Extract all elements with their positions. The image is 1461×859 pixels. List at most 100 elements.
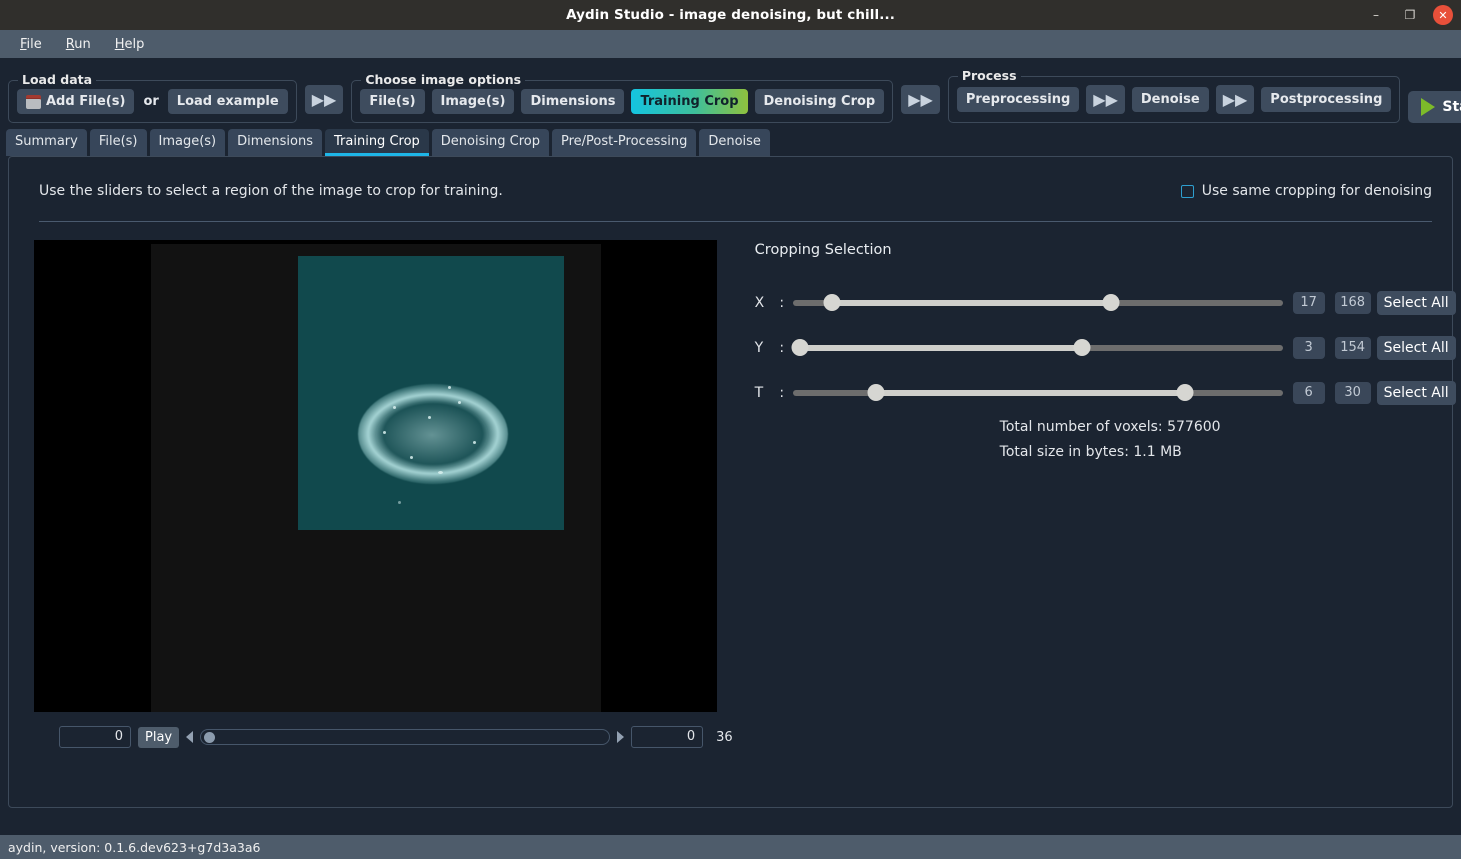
cell-core (376, 402, 488, 468)
value-x-max[interactable]: 168 (1334, 291, 1371, 314)
image-speck (410, 456, 413, 459)
tab-dimensions[interactable]: Dimensions (228, 129, 323, 156)
axis-colon-x: : (779, 294, 785, 311)
cropping-selection-column: Cropping Selection X : 17 168 Select All… (733, 240, 1456, 748)
close-button[interactable]: ✕ (1433, 5, 1453, 25)
load-data-title: Load data (18, 72, 97, 87)
option-images-button[interactable]: Image(s) (431, 89, 515, 114)
select-all-x-button[interactable]: Select All (1376, 290, 1456, 315)
image-speck (393, 406, 396, 409)
postprocessing-button[interactable]: Postprocessing (1261, 87, 1392, 112)
select-all-t-button[interactable]: Select All (1376, 380, 1456, 405)
add-files-button[interactable]: Add File(s) (17, 89, 135, 114)
image-speck (383, 431, 386, 434)
value-t-min[interactable]: 6 (1292, 381, 1325, 404)
image-options-row: File(s) Image(s) Dimensions Training Cro… (360, 89, 885, 114)
range-slider-t[interactable] (792, 383, 1283, 401)
range-slider-y-selection (800, 344, 1082, 351)
denoise-button[interactable]: Denoise (1131, 87, 1209, 112)
range-slider-x[interactable] (792, 293, 1283, 311)
frame-value-input[interactable]: 0 (631, 726, 704, 748)
add-files-label: Add File(s) (46, 94, 126, 109)
axis-label-x: X (754, 294, 765, 311)
folder-icon (26, 95, 41, 109)
current-frame-input[interactable]: 0 (59, 726, 131, 748)
image-speck (398, 501, 401, 504)
tab-denoise[interactable]: Denoise (699, 129, 770, 156)
minimize-button[interactable]: – (1365, 4, 1387, 26)
range-slider-y-min-handle[interactable] (791, 338, 809, 356)
axis-colon-y: : (779, 339, 785, 356)
option-training-crop-button[interactable]: Training Crop (631, 89, 748, 114)
value-y-max[interactable]: 154 (1334, 336, 1371, 359)
status-text: aydin, version: 0.1.6.dev623+g7d3a3a6 (8, 839, 261, 855)
axis-colon-t: : (779, 384, 785, 401)
playback-controls: 0 Play 0 36 (34, 712, 733, 748)
fast-forward-icon-3[interactable]: ▶▶ (1086, 85, 1125, 114)
axis-label-t: T (754, 384, 764, 401)
value-x-min[interactable]: 17 (1292, 291, 1325, 314)
window-controls: – ❐ ✕ (1365, 0, 1453, 30)
range-slider-y-max-handle[interactable] (1073, 338, 1091, 356)
process-title: Process (957, 68, 1021, 83)
tab-denoising-crop[interactable]: Denoising Crop (431, 129, 549, 156)
preprocessing-button[interactable]: Preprocessing (956, 87, 1080, 112)
range-slider-y[interactable] (791, 338, 1283, 356)
option-denoising-crop-button[interactable]: Denoising Crop (754, 89, 885, 114)
menu-help-accel: H (114, 36, 125, 52)
menu-item-run[interactable]: Run (56, 34, 101, 55)
menu-run-rest: un (74, 36, 91, 52)
play-icon (1421, 98, 1436, 116)
load-example-button[interactable]: Load example (167, 89, 288, 114)
start-button[interactable]: Start (1408, 91, 1461, 123)
select-all-y-button[interactable]: Select All (1376, 335, 1456, 360)
menu-item-help[interactable]: Help (105, 34, 155, 55)
maximize-button[interactable]: ❐ (1399, 4, 1421, 26)
image-speck (458, 401, 461, 404)
total-bytes-label: Total size in bytes: 1.1 MB (999, 444, 1182, 460)
image-frame (151, 244, 601, 712)
window-title: Aydin Studio - image denoising, but chil… (566, 7, 895, 23)
range-slider-x-min-handle[interactable] (823, 293, 841, 311)
tab-bar: Summary File(s) Image(s) Dimensions Trai… (0, 129, 1461, 156)
menu-help-rest: elp (124, 36, 145, 52)
toolbar: Load data Add File(s) or Load example ▶▶… (0, 58, 1461, 129)
image-preview[interactable] (34, 240, 717, 712)
range-slider-x-max-handle[interactable] (1102, 293, 1120, 311)
panel-body: 0 Play 0 36 Cropping Selection X : 17 16… (9, 222, 1456, 748)
slider-row-x: X : 17 168 Select All (755, 280, 1456, 325)
value-y-min[interactable]: 3 (1292, 336, 1325, 359)
frame-slider[interactable] (200, 729, 611, 745)
panel-hint: Use the sliders to select a region of th… (39, 183, 503, 199)
tab-images[interactable]: Image(s) (149, 129, 226, 156)
range-slider-t-selection (875, 389, 1185, 396)
option-dimensions-button[interactable]: Dimensions (521, 89, 625, 114)
play-button[interactable]: Play (138, 726, 180, 748)
tab-summary[interactable]: Summary (6, 129, 87, 156)
range-slider-t-max-handle[interactable] (1176, 383, 1194, 401)
fast-forward-icon-2[interactable]: ▶▶ (901, 85, 940, 114)
slider-row-t: T : 6 30 Select All (755, 370, 1456, 415)
tab-pre-post-processing[interactable]: Pre/Post-Processing (551, 129, 697, 156)
panel-header: Use the sliders to select a region of th… (9, 157, 1452, 199)
range-slider-t-min-handle[interactable] (867, 383, 885, 401)
arrow-left-icon[interactable] (186, 731, 194, 743)
total-frames-label: 36 (716, 729, 733, 745)
image-options-title: Choose image options (361, 72, 526, 87)
menu-item-file[interactable]: File (10, 34, 52, 55)
same-cropping-label: Use same cropping for denoising (1201, 183, 1432, 199)
menu-run-accel: R (65, 36, 75, 52)
value-t-max[interactable]: 30 (1334, 381, 1371, 404)
image-options-group: Choose image options File(s) Image(s) Di… (351, 72, 894, 123)
fast-forward-icon-4[interactable]: ▶▶ (1215, 85, 1255, 114)
same-cropping-checkbox-row[interactable]: Use same cropping for denoising (1180, 183, 1432, 199)
fast-forward-icon-1[interactable]: ▶▶ (304, 85, 344, 114)
process-group: Process Preprocessing ▶▶ Denoise ▶▶ Post… (947, 68, 1401, 123)
frame-slider-handle[interactable] (204, 732, 216, 743)
option-files-button[interactable]: File(s) (360, 89, 425, 114)
load-data-group: Load data Add File(s) or Load example (8, 72, 297, 123)
tab-files[interactable]: File(s) (89, 129, 147, 156)
arrow-right-icon[interactable] (617, 731, 625, 743)
tab-training-crop[interactable]: Training Crop (325, 129, 429, 156)
same-cropping-checkbox[interactable] (1180, 184, 1194, 198)
